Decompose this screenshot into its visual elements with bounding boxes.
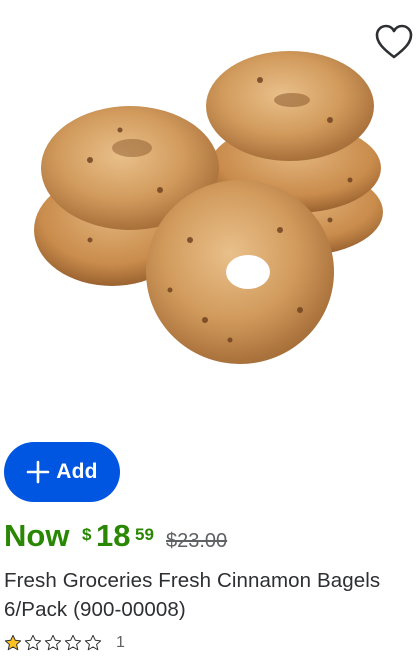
review-count: 1 [116, 634, 125, 651]
product-title[interactable]: Fresh Groceries Fresh Cinnamon Bagels 6/… [4, 566, 414, 624]
price-cents: 59 [135, 525, 154, 544]
favorite-button[interactable] [374, 24, 414, 60]
add-to-cart-button[interactable]: Add [4, 442, 120, 502]
product-card: Add Now $ 18 59 $23.00 Fresh Groceries F… [0, 0, 418, 667]
price-prefix: Now [4, 518, 70, 553]
heart-outline-icon [375, 24, 413, 59]
product-image-area[interactable] [0, 0, 418, 420]
add-button-label: Add [56, 460, 98, 483]
star-empty-icon [24, 634, 42, 651]
price-currency: $ [82, 525, 92, 544]
star-filled-icon [4, 634, 22, 651]
product-image[interactable] [30, 40, 390, 380]
star-empty-icon [64, 634, 82, 651]
price-dollars: 18 [96, 518, 131, 553]
star-empty-icon [84, 634, 102, 651]
plus-icon [26, 460, 50, 484]
was-price: $23.00 [166, 530, 228, 552]
star-empty-icon [44, 634, 62, 651]
price-row: Now $ 18 59 $23.00 [4, 512, 414, 562]
rating[interactable]: 1 [4, 632, 125, 654]
